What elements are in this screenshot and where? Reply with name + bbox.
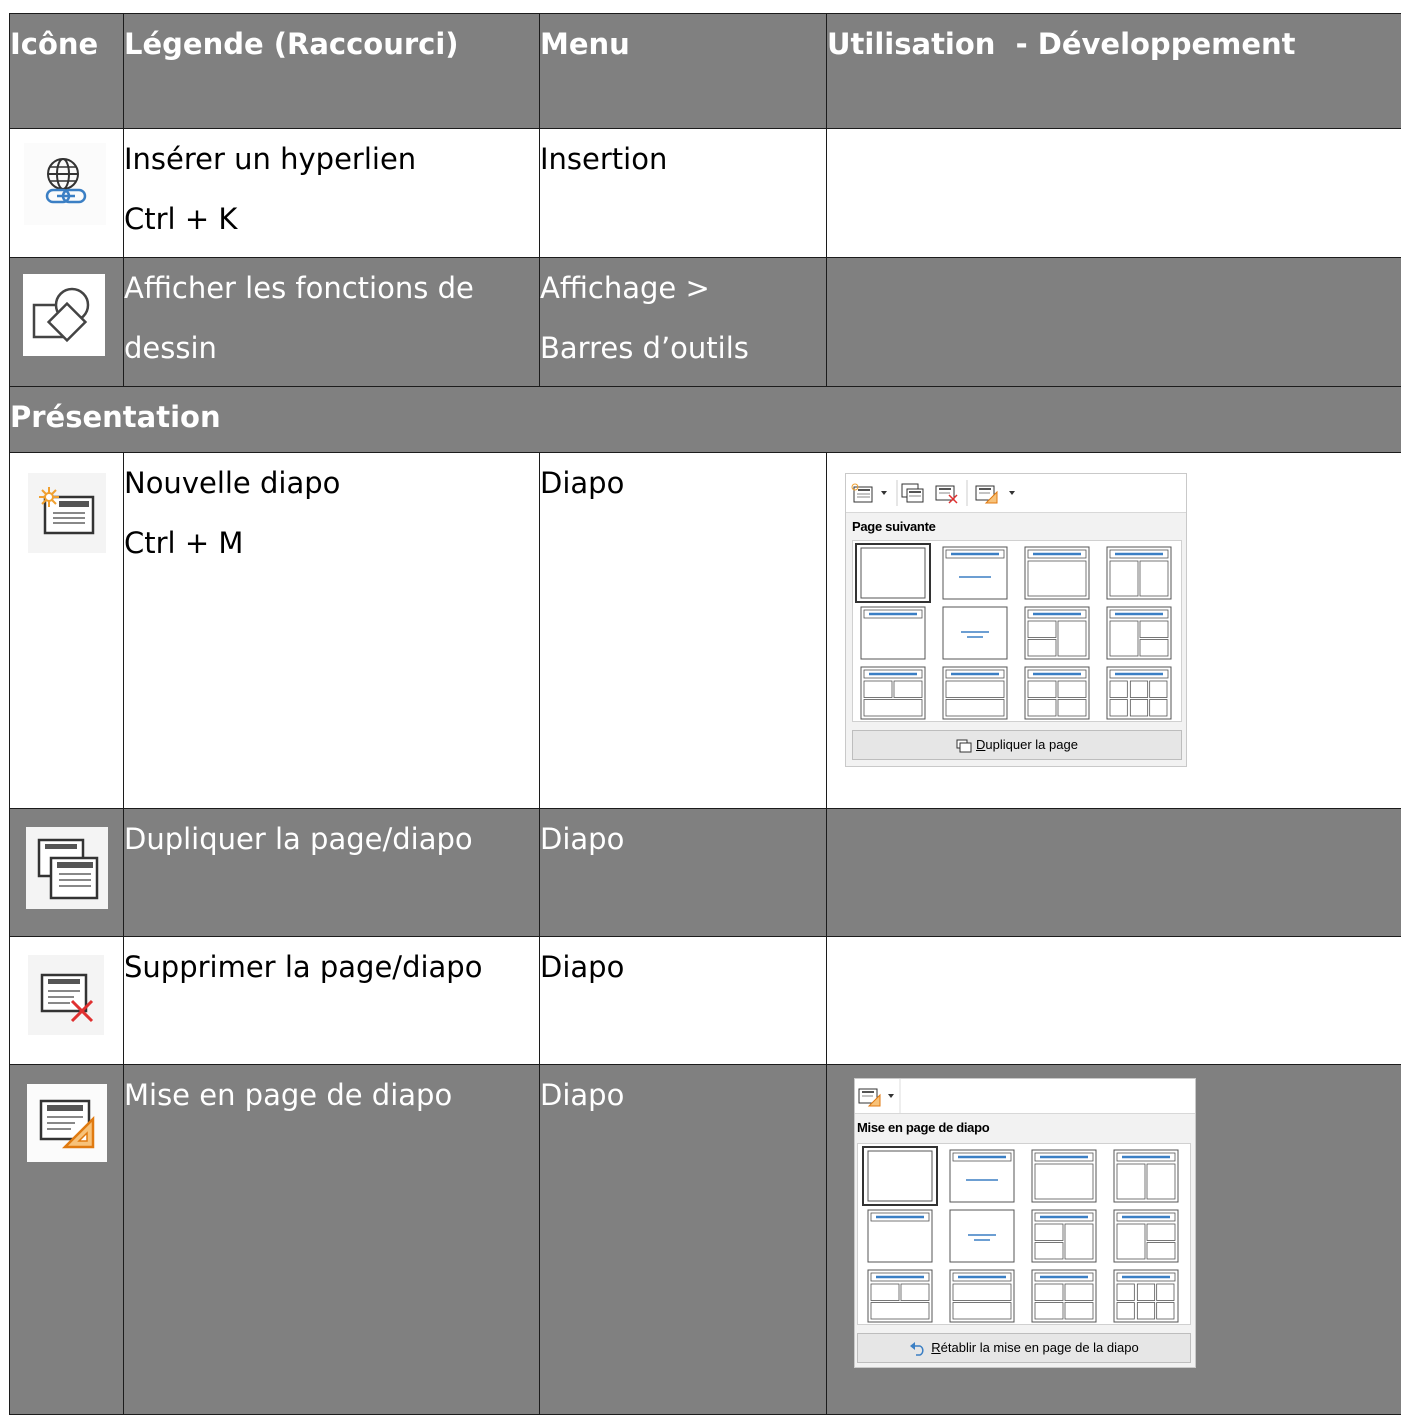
insert-hyperlink-icon bbox=[24, 143, 106, 225]
toolbar-separator bbox=[899, 1079, 901, 1113]
header-icon: Icône bbox=[10, 14, 124, 129]
table-row: Afficher les fonctions de dessin Afficha… bbox=[10, 258, 1401, 387]
menu-cell: Diapo bbox=[540, 937, 827, 1065]
legend-cell: Insérer un hyperlien Ctrl + K bbox=[124, 129, 540, 258]
layout-thumbnail[interactable] bbox=[868, 1270, 932, 1322]
toolbar-separator bbox=[966, 480, 968, 506]
new-slide-toolbar-icon[interactable] bbox=[850, 482, 876, 504]
toolbar-separator bbox=[896, 480, 898, 506]
layout-thumbnail[interactable] bbox=[1025, 547, 1089, 599]
menu-cell: Affichage > Barres d’outils bbox=[540, 258, 827, 387]
duplicate-slide-icon bbox=[26, 827, 108, 909]
layout-thumbnail[interactable] bbox=[950, 1210, 1014, 1262]
slide-layout-panel: Mise en page de diapo Rétablir la mise e… bbox=[854, 1078, 1196, 1368]
layout-thumbnail[interactable] bbox=[950, 1150, 1014, 1202]
header-usage: Utilisation - Développement bbox=[827, 14, 1401, 129]
table-row: Nouvelle diapo Ctrl + M Diapo bbox=[10, 453, 1401, 809]
menu-cell: Diapo bbox=[540, 1065, 827, 1415]
usage-cell bbox=[827, 809, 1401, 937]
dropdown-arrow-icon[interactable] bbox=[887, 1093, 895, 1099]
panel-title: Mise en page de diapo bbox=[855, 1114, 1195, 1138]
layout-thumbnail[interactable] bbox=[1107, 607, 1171, 659]
layout-thumbnail[interactable] bbox=[950, 1270, 1014, 1322]
header-legend: Légende (Raccourci) bbox=[124, 14, 540, 129]
dropdown-arrow-icon[interactable] bbox=[1008, 490, 1016, 496]
menu-cell: Insertion bbox=[540, 129, 827, 258]
layout-thumbnail[interactable] bbox=[1114, 1270, 1178, 1322]
layout-grid[interactable] bbox=[852, 540, 1182, 722]
layout-thumbnail[interactable] bbox=[1025, 667, 1089, 719]
layout-toolbar-icon[interactable] bbox=[974, 482, 1000, 504]
layout-thumbnail[interactable] bbox=[1114, 1150, 1178, 1202]
section-title: Présentation bbox=[10, 387, 1401, 453]
layout-thumbnail[interactable] bbox=[863, 1147, 937, 1205]
table-row: Dupliquer la page/diapo Diapo bbox=[10, 809, 1401, 937]
duplicate-page-button[interactable]: Dupliquer la page bbox=[852, 730, 1182, 760]
layout-thumbnail[interactable] bbox=[1107, 667, 1171, 719]
layout-thumbnail[interactable] bbox=[868, 1210, 932, 1262]
layout-thumbnail[interactable] bbox=[1032, 1210, 1096, 1262]
icon-cell bbox=[10, 129, 124, 258]
delete-toolbar-icon[interactable] bbox=[934, 482, 960, 504]
new-slide-panel: Page suivante Dupliquer la page bbox=[845, 473, 1187, 767]
legend-cell: Nouvelle diapo Ctrl + M bbox=[124, 453, 540, 809]
layout-thumbnail[interactable] bbox=[943, 667, 1007, 719]
layout-thumbnail[interactable] bbox=[861, 667, 925, 719]
icon-cell bbox=[10, 1065, 124, 1415]
legend-cell: Dupliquer la page/diapo bbox=[124, 809, 540, 937]
legend-cell: Mise en page de diapo bbox=[124, 1065, 540, 1415]
reset-layout-button[interactable]: Rétablir la mise en page de la diapo bbox=[857, 1333, 1191, 1363]
usage-cell bbox=[827, 258, 1401, 387]
layout-thumbnail[interactable] bbox=[1032, 1150, 1096, 1202]
show-draw-functions-icon bbox=[23, 274, 105, 356]
table-row: Insérer un hyperlien Ctrl + K Insertion bbox=[10, 129, 1401, 258]
panel-title: Page suivante bbox=[846, 513, 1186, 537]
undo-arrow-icon bbox=[909, 1342, 927, 1356]
section-row: Présentation bbox=[10, 387, 1401, 453]
header-menu: Menu bbox=[540, 14, 827, 129]
menu-cell: Diapo bbox=[540, 809, 827, 937]
layout-thumbnail[interactable] bbox=[1032, 1270, 1096, 1322]
icon-cell bbox=[10, 258, 124, 387]
icon-cell bbox=[10, 809, 124, 937]
layout-grid[interactable] bbox=[857, 1143, 1191, 1325]
layout-thumbnail[interactable] bbox=[1107, 547, 1171, 599]
layout-thumbnail[interactable] bbox=[943, 607, 1007, 659]
usage-cell bbox=[827, 129, 1401, 258]
duplicate-toolbar-icon[interactable] bbox=[900, 482, 926, 504]
layout-thumbnail[interactable] bbox=[856, 544, 930, 602]
new-slide-icon bbox=[28, 473, 106, 553]
usage-cell bbox=[827, 937, 1401, 1065]
legend-cell: Afficher les fonctions de dessin bbox=[124, 258, 540, 387]
layout-toolbar-icon[interactable] bbox=[857, 1085, 883, 1107]
duplicate-small-icon bbox=[956, 739, 972, 753]
legend-cell: Supprimer la page/diapo bbox=[124, 937, 540, 1065]
panel-toolbar bbox=[846, 474, 1186, 513]
dropdown-arrow-icon[interactable] bbox=[880, 490, 888, 496]
layout-thumbnail[interactable] bbox=[1114, 1210, 1178, 1262]
delete-slide-icon bbox=[28, 955, 104, 1035]
icon-cell bbox=[10, 453, 124, 809]
table-row: Supprimer la page/diapo Diapo bbox=[10, 937, 1401, 1065]
layout-thumbnail[interactable] bbox=[1025, 607, 1089, 659]
layout-thumbnail[interactable] bbox=[943, 547, 1007, 599]
table-header-row: Icône Légende (Raccourci) Menu Utilisati… bbox=[10, 14, 1401, 129]
panel-toolbar bbox=[855, 1079, 1195, 1114]
slide-layout-icon bbox=[27, 1084, 107, 1162]
menu-cell: Diapo bbox=[540, 453, 827, 809]
icon-cell bbox=[10, 937, 124, 1065]
layout-thumbnail[interactable] bbox=[861, 607, 925, 659]
